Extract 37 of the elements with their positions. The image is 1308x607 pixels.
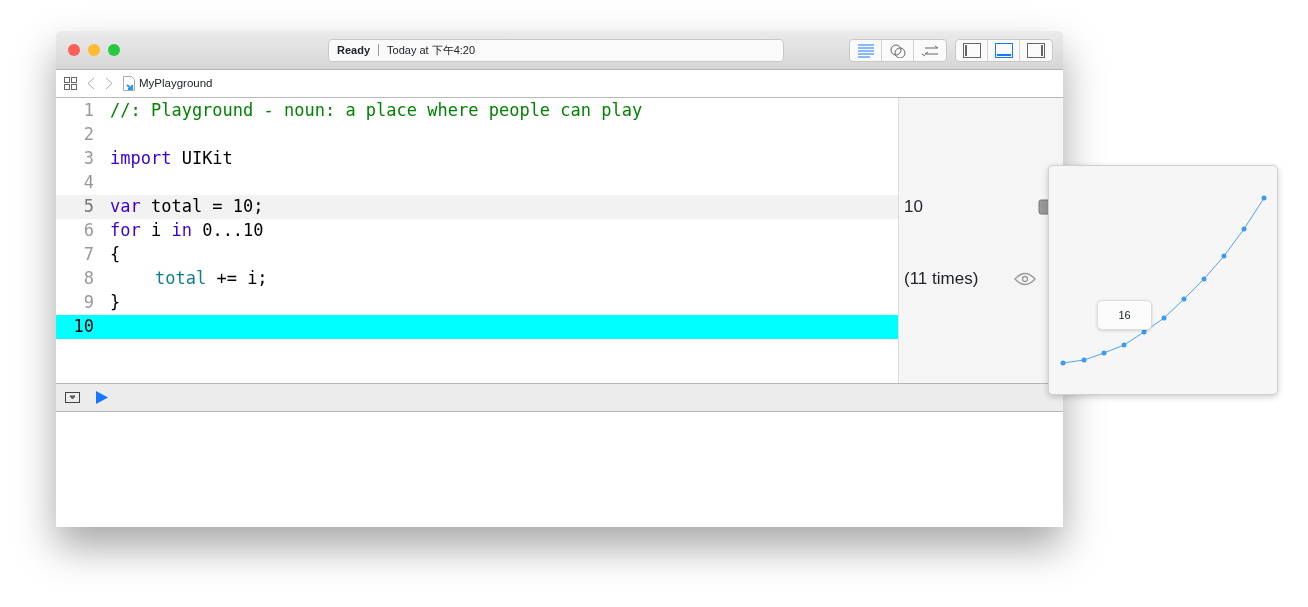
line-number: 6 (82, 219, 95, 243)
bottom-panel-icon (994, 42, 1013, 58)
code-line: //: Playground - noun: a place where people can play (109, 99, 643, 123)
right-panel-icon (1027, 42, 1045, 58)
zoom-button[interactable] (108, 44, 120, 56)
swift-file-icon (123, 76, 135, 91)
code-line: var total = 10; (109, 195, 264, 219)
line-number: 4 (82, 171, 95, 195)
line-number: 7 (82, 243, 95, 267)
line-number: 3 (82, 147, 95, 171)
play-icon[interactable] (96, 391, 108, 404)
grid-icon[interactable] (64, 77, 77, 90)
code-line: } (109, 291, 121, 315)
tooltip-value: 16 (1118, 307, 1131, 323)
eye-icon[interactable] (1014, 272, 1036, 286)
timestamp: Today at 下午4:20 (387, 42, 476, 58)
code-line: for i in 0...10 (109, 219, 264, 243)
line-number: 9 (82, 291, 95, 315)
line-number: 2 (82, 123, 95, 147)
left-panel-icon (962, 42, 981, 58)
hide-debug-icon[interactable] (65, 392, 80, 403)
line-number: 8 (82, 267, 95, 291)
file-name[interactable]: MyPlayground (139, 74, 213, 93)
result-value: (11 times) (904, 268, 980, 291)
code-line: import UIKit (109, 147, 233, 171)
rings-icon (888, 42, 907, 58)
forward-icon[interactable] (105, 77, 113, 90)
line-number: 5 (82, 195, 95, 219)
back-icon[interactable] (87, 77, 95, 90)
line-number: 1 (82, 99, 95, 123)
line-number: 10 (72, 315, 95, 339)
status-text: Ready (337, 42, 371, 58)
lines-icon (856, 42, 875, 58)
code-line: { (109, 243, 121, 267)
code-line: total += i; (154, 267, 268, 291)
close-button[interactable] (68, 44, 80, 56)
result-value: 10 (904, 196, 924, 219)
